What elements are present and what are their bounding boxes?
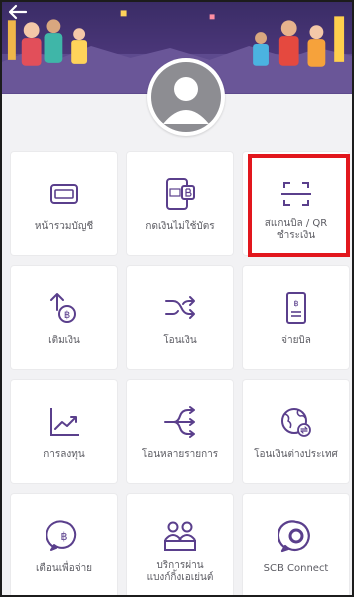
scb-connect-icon xyxy=(278,520,310,553)
menu-tile-label: หน้ารวมบัญชี xyxy=(34,221,94,232)
menu-tile-label: เตือนเพื่อจ่าย xyxy=(35,563,93,574)
back-arrow-icon-graphic xyxy=(8,4,28,20)
bill-icon: ฿ xyxy=(286,292,306,324)
menu-tile-account-summary[interactable]: หน้ารวมบัญชี xyxy=(11,152,117,255)
menu-tile-top-up[interactable]: ฿ เติมเงิน xyxy=(11,266,117,369)
menu-tile-label: จ่ายบิล xyxy=(281,335,311,346)
menu-tile-international-transfer[interactable]: โอนเงินต่างประเทศ xyxy=(243,380,349,483)
globe-icon xyxy=(281,408,311,437)
user-avatar-icon xyxy=(151,62,221,132)
atm-phone-icon xyxy=(166,178,195,210)
menu-tile-label: โอนเงินต่างประเทศ xyxy=(254,449,338,460)
menu-tile-label: เติมเงิน xyxy=(48,335,80,346)
menu-tile-pay-bill[interactable]: ฿ จ่ายบิล xyxy=(243,266,349,369)
multi-transfer-icon xyxy=(164,406,195,438)
menu-tile-scb-connect[interactable]: SCB Connect xyxy=(243,494,349,595)
menu-row: การลงทุน โอนหลายรายการ โอนเงินต่างประเทศ xyxy=(11,380,349,483)
menu-tile-invest[interactable]: การลงทุน xyxy=(11,380,117,483)
agent-service-label: บริการผ่าน แบงก์กิ้งเอเย่นต์ xyxy=(146,560,214,583)
menu-tile-label-line1: สแกนบิล / QR ชำระเงิน xyxy=(247,218,345,242)
menu-grid: หน้ารวมบัญชี กดเงินไม่ใช้บัตร สแกนบิล / … xyxy=(11,152,349,595)
svg-text:฿: ฿ xyxy=(64,310,70,321)
reminder-icon: ฿ xyxy=(46,520,77,551)
transfer-icon xyxy=(165,296,195,319)
menu-tile-label: การลงทุน xyxy=(43,449,85,460)
scan-qr-label: สแกนบิล / QR ชำระเงิน xyxy=(264,218,328,241)
menu-row: ฿ เติมเงิน โอนเงิน ฿ จ่ายบิล xyxy=(11,266,349,369)
back-arrow-icon[interactable] xyxy=(8,4,30,22)
svg-text:฿: ฿ xyxy=(61,530,68,543)
menu-tile-scan-qr[interactable]: สแกนบิล / QR ชำระเงิน xyxy=(243,152,349,255)
agent-service-label-wrap: บริการผ่าน แบงก์กิ้งเอเย่นต์ xyxy=(131,560,229,584)
app-screen: หน้ารวมบัญชี กดเงินไม่ใช้บัตร สแกนบิล / … xyxy=(0,0,354,597)
menu-row: หน้ารวมบัญชี กดเงินไม่ใช้บัตร สแกนบิล / … xyxy=(11,152,349,255)
menu-tile-payment-reminder[interactable]: ฿ เตือนเพื่อจ่าย xyxy=(11,494,117,595)
menu-tile-label: กดเงินไม่ใช้บัตร xyxy=(145,221,215,232)
menu-tile-label: โอนหลายรายการ xyxy=(141,449,219,460)
menu-tile-multi-transfer[interactable]: โอนหลายรายการ xyxy=(127,380,233,483)
menu-tile-agent-service[interactable]: บริการผ่าน แบงก์กิ้งเอเย่นต์ xyxy=(127,494,233,595)
top-up-icon: ฿ xyxy=(50,293,76,323)
menu-tile-label: โอนเงิน xyxy=(163,335,197,346)
profile-avatar[interactable] xyxy=(147,58,225,136)
agent-icon xyxy=(164,521,196,551)
account-card-icon xyxy=(50,184,78,204)
chart-icon xyxy=(50,408,79,436)
menu-row: ฿ เตือนเพื่อจ่าย บริการผ่าน แบงก์กิ้งเอเ… xyxy=(11,494,349,595)
scan-qr-icon xyxy=(281,182,311,206)
user-silhouette-icon xyxy=(163,77,209,124)
menu-tile-cardless-withdraw[interactable]: กดเงินไม่ใช้บัตร xyxy=(127,152,233,255)
menu-tile-transfer[interactable]: โอนเงิน xyxy=(127,266,233,369)
svg-text:฿: ฿ xyxy=(293,299,298,308)
menu-tile-label: SCB Connect xyxy=(263,563,329,574)
